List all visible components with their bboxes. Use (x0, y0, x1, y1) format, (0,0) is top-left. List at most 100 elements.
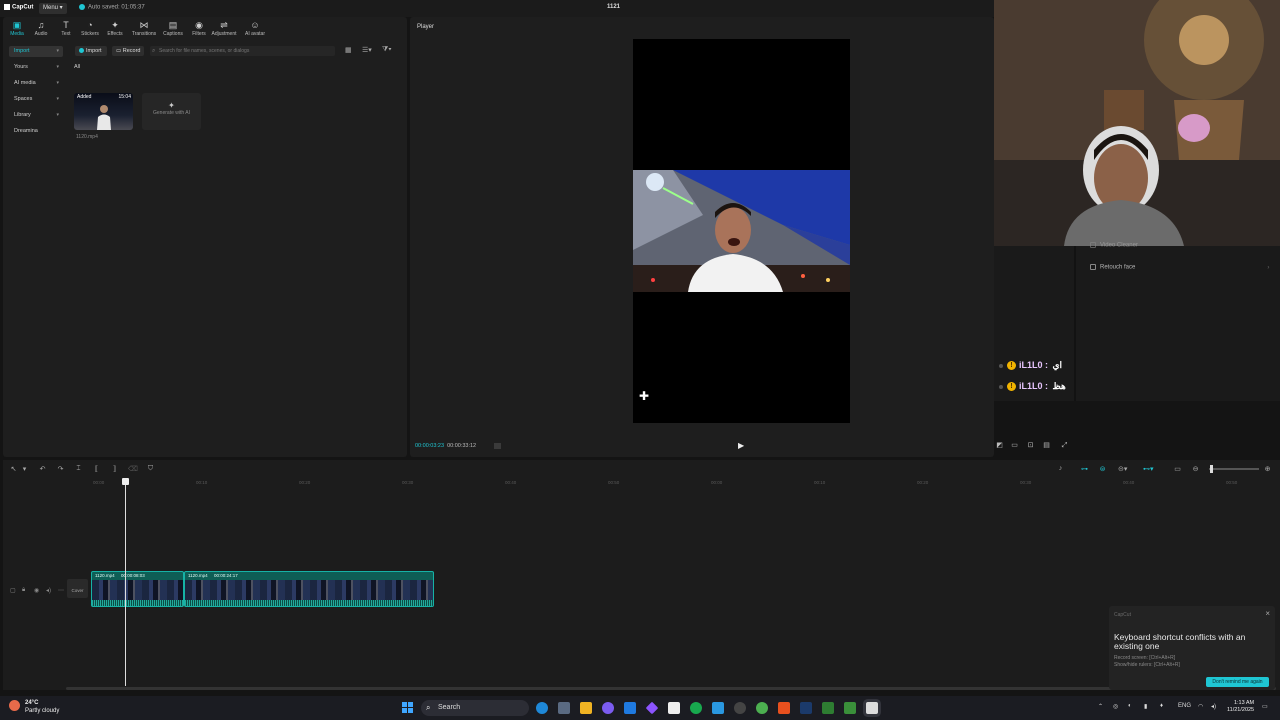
zoom-slider[interactable] (1209, 468, 1259, 470)
redo-icon[interactable]: ↷ (56, 465, 65, 473)
timeline-ruler[interactable]: 00:00 00:10 00:20 00:30 00:40 00:50 00:0… (70, 477, 1277, 487)
record-button[interactable]: ▭ Record (112, 46, 145, 56)
generate-with-ai-button[interactable]: ✦ Generate with AI (142, 93, 201, 130)
volume-icon[interactable]: ◂) (1211, 703, 1216, 710)
filter-icon[interactable]: ⧩▾ (382, 46, 392, 54)
delete-icon[interactable]: ⌫ (128, 465, 138, 473)
media-thumbnail[interactable]: Added 15:04 (74, 93, 133, 130)
taskbar-search[interactable]: ⌕ Search (421, 700, 529, 716)
microphone-icon[interactable]: ♪ (1056, 465, 1065, 472)
filter-all-label[interactable]: All (74, 64, 80, 70)
ratio-icon[interactable]: ◩ (995, 441, 1004, 450)
discord-icon[interactable] (602, 702, 614, 714)
xbox-icon[interactable] (690, 702, 702, 714)
playhead-handle[interactable] (122, 478, 129, 485)
timeline-clip[interactable]: 1120.mp4 00:00:24:17 (184, 571, 434, 607)
preview-canvas[interactable]: ✚ (633, 39, 850, 423)
tab-media[interactable]: ▣ Media (4, 20, 30, 37)
zoom-in-icon[interactable]: ⊕ (1263, 465, 1272, 473)
import-button[interactable]: Import (75, 46, 107, 56)
retouch-face-item[interactable]: Retouch face › (1090, 264, 1269, 271)
weather-widget[interactable]: 24°C Partly cloudy (9, 699, 59, 715)
folder-icon[interactable] (580, 702, 592, 714)
system-clock[interactable]: 1:13 AM 11/21/2025 (1227, 700, 1254, 714)
marker-icon[interactable]: ⛉ (146, 465, 155, 473)
split-left-icon[interactable]: ⟦ (92, 465, 101, 473)
sidebar-item-import[interactable]: Import ▾ (9, 46, 63, 57)
more-icon[interactable]: ⋯ (58, 587, 64, 594)
tab-stickers[interactable]: ◔ Stickers (77, 20, 103, 37)
eye-icon[interactable]: ◉ (34, 587, 39, 594)
tab-transitions[interactable]: ⋈ Transitions (129, 20, 159, 37)
zoom-out-icon[interactable]: ⊖ (1191, 465, 1200, 473)
select-tool-icon[interactable]: ↖ (9, 465, 18, 473)
edge-icon[interactable] (536, 702, 548, 714)
audio-mute-icon[interactable]: ◂) (46, 587, 51, 594)
dont-remind-button[interactable]: Don't remind me again (1206, 677, 1269, 687)
split-right-icon[interactable]: ⟧ (110, 465, 119, 473)
tray-icon[interactable]: ▮ (1144, 703, 1147, 710)
tray-icon[interactable]: ♦ (1160, 703, 1163, 709)
menu-button[interactable]: Menu ▾ (39, 3, 67, 14)
excel-icon[interactable] (822, 702, 834, 714)
chrome-icon[interactable] (756, 702, 768, 714)
auto-snap-icon[interactable]: ⊷▾ (1143, 465, 1154, 473)
capcut-taskbar-icon[interactable] (668, 702, 680, 714)
timeline-clip[interactable]: 1120.mp4 00:00:08:03 (91, 571, 184, 607)
sidebar-item-yours[interactable]: Yours ▾ (9, 62, 63, 73)
github-icon[interactable] (734, 702, 746, 714)
quality-icon[interactable]: ▭ (1010, 441, 1019, 450)
wifi-icon[interactable]: ◠ (1198, 703, 1203, 710)
magnet-icon[interactable]: ⊶ (1080, 465, 1089, 473)
close-icon[interactable]: × (1265, 609, 1270, 618)
app-icon[interactable] (645, 701, 659, 715)
chevron-up-icon[interactable]: ⌃ (1098, 703, 1103, 710)
start-button[interactable] (402, 702, 414, 714)
language-indicator[interactable]: ENG (1178, 703, 1191, 709)
brave-icon[interactable] (778, 702, 790, 714)
tab-text[interactable]: T Text (53, 20, 79, 37)
minecraft-icon[interactable] (844, 702, 856, 714)
undo-icon[interactable]: ↶ (38, 465, 47, 473)
active-app-icon[interactable] (866, 702, 878, 714)
aspect-icon[interactable]: ▤ (1042, 441, 1051, 450)
captions-track-icon[interactable]: ▭ (1173, 465, 1182, 473)
track-checkbox-icon[interactable]: ▢ (10, 587, 16, 594)
sidebar-item-dreamina[interactable]: Dreamina (9, 126, 63, 137)
tab-captions[interactable]: ▤ Captions (160, 20, 186, 37)
tray-icon[interactable]: ◎ (1113, 703, 1118, 710)
tab-ai-avatar[interactable]: ☺ AI avatar (241, 20, 269, 37)
play-button[interactable]: ▶ (738, 441, 744, 450)
zoom-fit-icon[interactable]: ⊡ (1026, 441, 1035, 450)
fullscreen-icon[interactable]: ⤢ (1060, 441, 1069, 450)
notification-icon[interactable]: ▭ (1262, 703, 1268, 710)
zoom-slider-handle[interactable] (1210, 465, 1213, 473)
sidebar-item-ai-media[interactable]: AI media ▾ (9, 78, 63, 89)
clip-duration: 15:04 (118, 94, 131, 100)
link-icon[interactable]: ⊜ (1098, 465, 1107, 473)
split-icon[interactable]: ⌶ (74, 465, 83, 473)
horizontal-scrollbar[interactable] (66, 687, 1276, 690)
tray-icon[interactable]: ◐ (1128, 703, 1132, 709)
grid-view-icon[interactable]: ▦ (345, 46, 352, 54)
video-frame (633, 170, 850, 292)
notes-icon[interactable] (624, 702, 636, 714)
tab-adjustment[interactable]: ⇌ Adjustment (209, 20, 239, 37)
screen-icon[interactable] (558, 702, 570, 714)
record-icon: ▭ (116, 48, 123, 54)
tab-effects[interactable]: ✦ Effects (102, 20, 128, 37)
tab-audio[interactable]: ♫ Audio (28, 20, 54, 37)
sidebar-item-library[interactable]: Library ▾ (9, 110, 63, 121)
media-search-input[interactable]: ⌕ Search for file names, scenes, or dialo… (150, 46, 335, 56)
timeline-icon[interactable] (494, 443, 501, 449)
lock-icon[interactable]: 🔒︎ (22, 587, 25, 594)
chevron-down-icon[interactable]: ▾ (20, 465, 29, 473)
steam-icon[interactable] (800, 702, 812, 714)
preview-axis-icon[interactable]: ⊝▾ (1118, 465, 1127, 473)
cover-button[interactable]: Cover (67, 579, 88, 598)
video-cleaner-item[interactable]: Video Cleaner (1090, 242, 1138, 249)
sidebar-item-spaces[interactable]: Spaces ▾ (9, 94, 63, 105)
sort-icon[interactable]: ☰▾ (362, 46, 372, 54)
browser-icon[interactable] (712, 702, 724, 714)
playhead[interactable] (122, 478, 129, 686)
